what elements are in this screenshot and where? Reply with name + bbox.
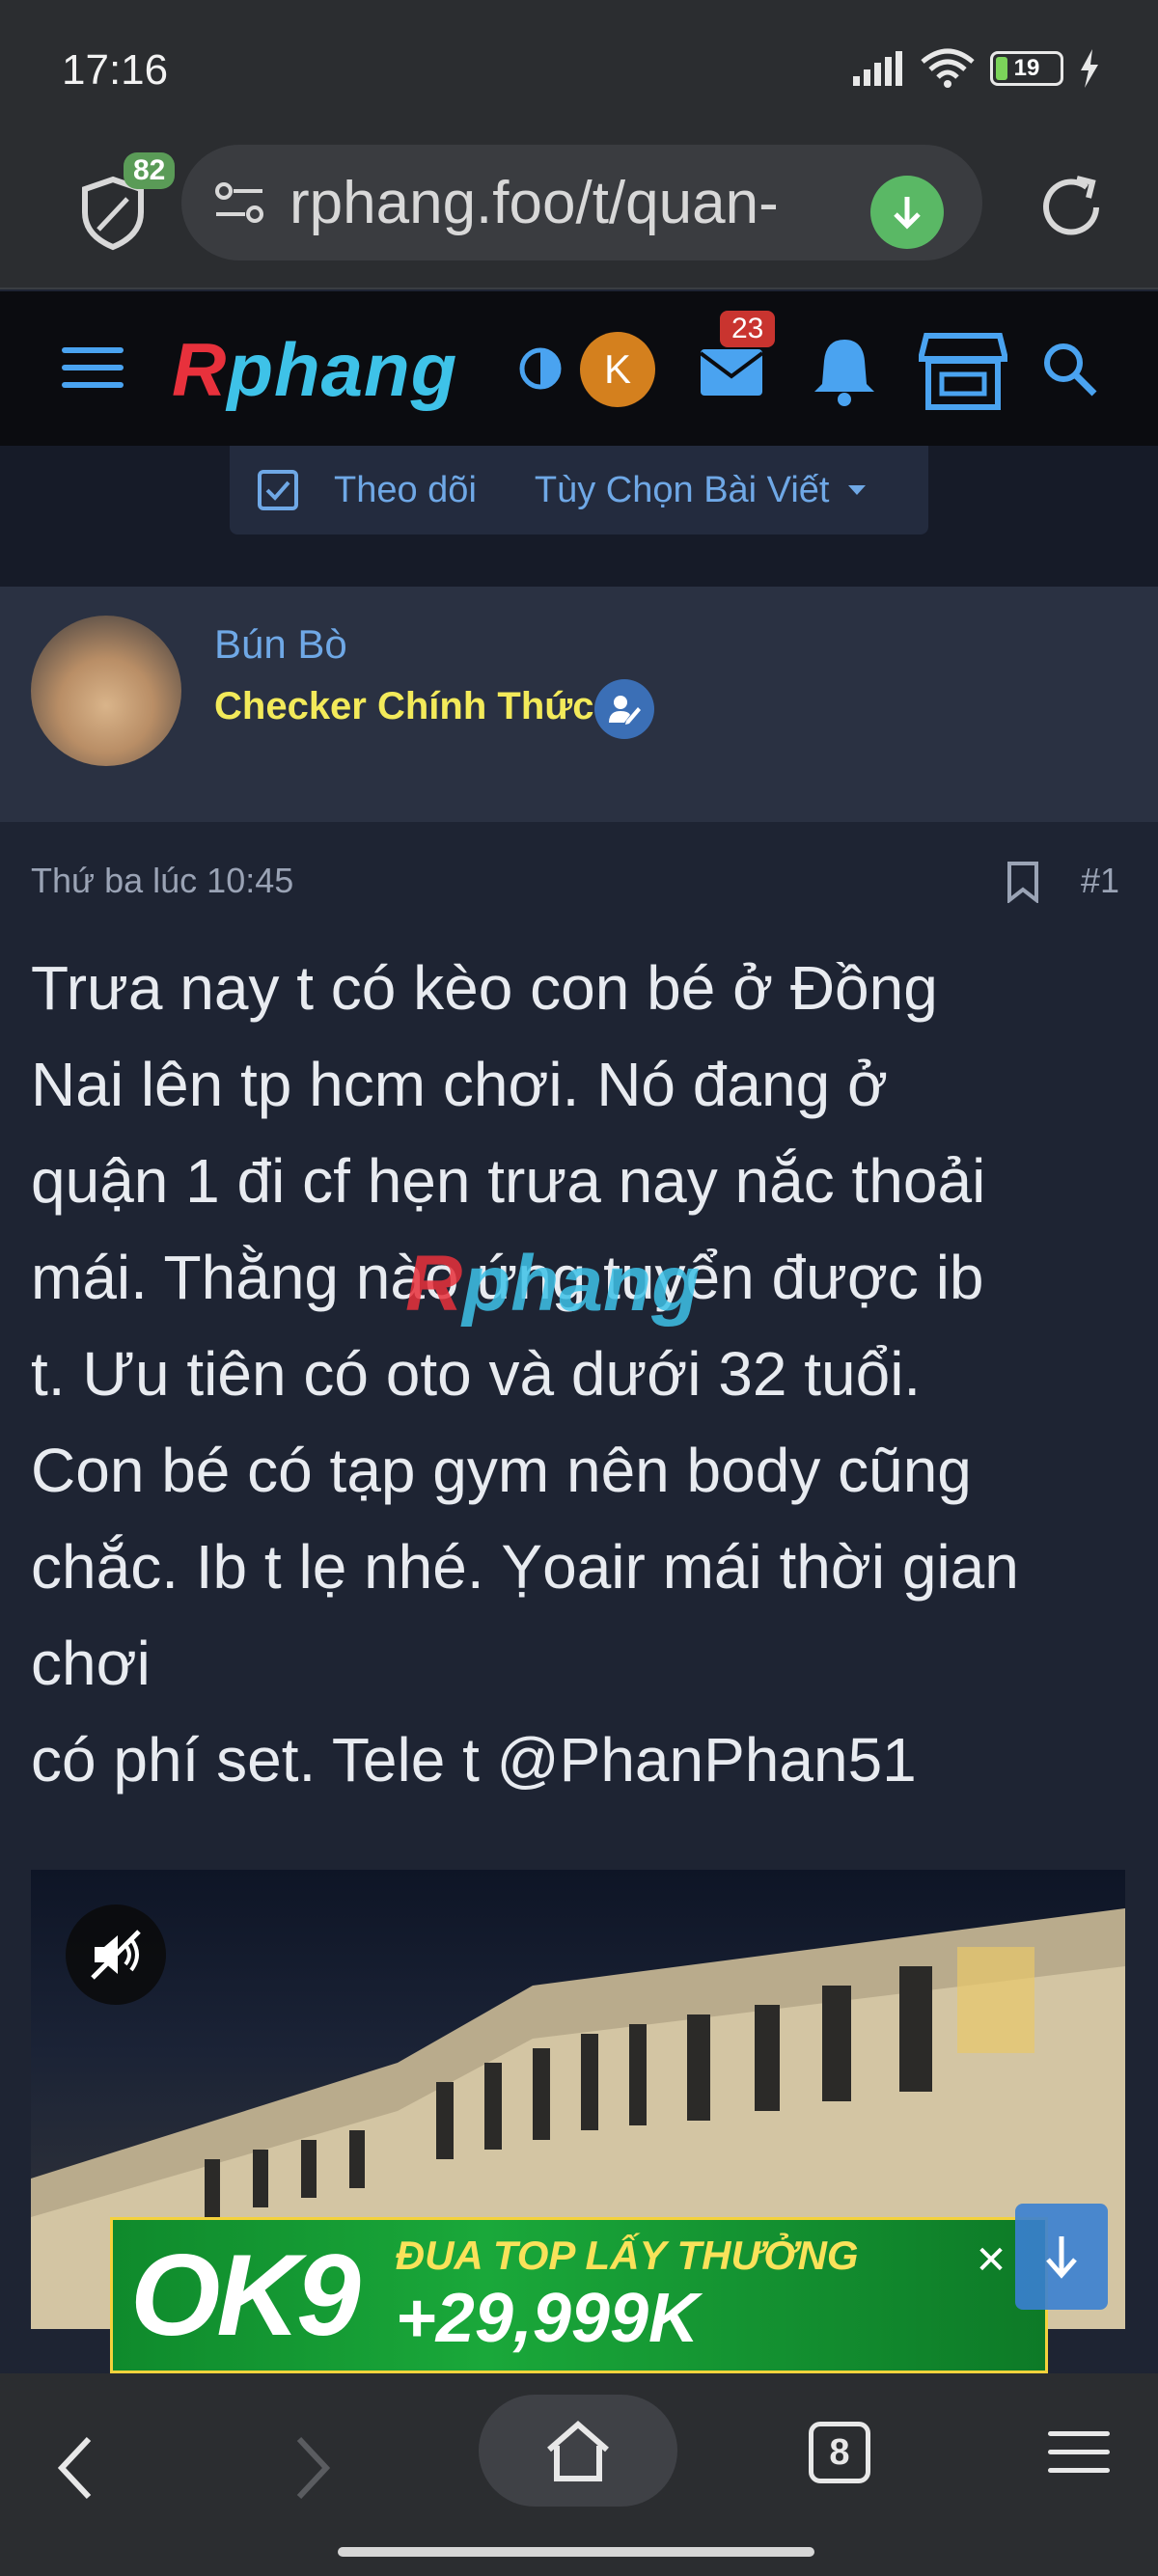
home-button[interactable] (479, 2395, 677, 2507)
url-field[interactable]: rphang.foo/t/quan- (181, 145, 982, 260)
post-options-button[interactable]: Tùy Chọn Bài Viết (535, 470, 830, 511)
chevron-down-icon (848, 485, 867, 495)
search-icon[interactable] (1040, 340, 1098, 397)
author-avatar[interactable] (31, 616, 181, 766)
signal-icon (853, 51, 902, 86)
status-bar: 17:16 19 (0, 0, 1158, 135)
ad-amount: +29,999K (395, 2280, 700, 2357)
ad-close-icon[interactable]: ✕ (969, 2238, 1013, 2283)
site-logo[interactable]: Rphang (172, 326, 457, 414)
store-icon[interactable] (919, 332, 1007, 411)
ad-headline: ĐUA TOP LẤY THƯỞNG (395, 2233, 859, 2278)
post-line: chắc. Ib t lẹ nhé. Ỵoair mái thời gian (31, 1532, 1019, 1602)
post-timestamp[interactable]: Thứ ba lúc 10:45 (31, 861, 293, 901)
url-text[interactable]: rphang.foo/t/quan- (290, 169, 830, 237)
mail-count-badge: 23 (720, 311, 776, 347)
post-line: t. Ưu tiên có oto và dưới 32 tuổi. (31, 1339, 922, 1409)
tabs-button[interactable]: 8 (809, 2422, 870, 2483)
post-body: Trưa nay t có kèo con bé ở Đồng Nai lên … (31, 940, 1131, 1808)
checkbox-icon[interactable] (257, 469, 299, 511)
browser-nav-bar: 8 (0, 2373, 1158, 2576)
author-name[interactable]: Bún Bò (214, 621, 347, 668)
post-line: Trưa nay t có kèo con bé ở Đồng (31, 953, 938, 1023)
scroll-down-button[interactable] (1015, 2204, 1108, 2310)
mail-icon[interactable] (699, 347, 764, 397)
shield-count-badge: 82 (124, 152, 176, 189)
charging-icon (1081, 49, 1098, 88)
ad-text: ĐUA TOP LẤY THƯỞNG +29,999K (396, 2233, 859, 2358)
post-line: có phí set. Tele t @PhanPhan51 (31, 1725, 917, 1795)
status-time: 17:16 (62, 46, 169, 94)
site-settings-icon[interactable] (210, 174, 268, 232)
muted-speaker-icon (91, 1930, 141, 1980)
home-icon (547, 2421, 609, 2481)
download-icon[interactable] (870, 176, 944, 249)
status-icons: 19 (851, 48, 1100, 89)
battery-level: 19 (1013, 55, 1040, 81)
post-line: Nai lên tp hcm chơi. Nó đang ở (31, 1050, 888, 1119)
reload-icon[interactable] (1033, 169, 1110, 246)
thread-actions-area: Theo dõi Tùy Chọn Bài Viết (0, 446, 1158, 587)
site-menu-icon[interactable] (62, 347, 124, 394)
post-line: Con bé có tạp gym nên body cũng (31, 1436, 972, 1505)
back-icon[interactable] (48, 2429, 106, 2507)
browser-menu-icon[interactable] (1048, 2431, 1110, 2478)
ad-banner[interactable]: OK9 ĐUA TOP LẤY THƯỞNG +29,999K (110, 2217, 1048, 2373)
post-line: chơi (31, 1629, 151, 1698)
bookmark-icon[interactable] (1006, 861, 1040, 903)
author-title: Checker Chính Thức (214, 685, 594, 727)
wifi-icon (921, 48, 975, 88)
bell-icon[interactable] (813, 334, 876, 407)
battery-icon: 19 (990, 51, 1063, 86)
ad-logo: OK9 (130, 2231, 361, 2360)
theme-toggle-icon[interactable] (517, 345, 564, 392)
gesture-handle[interactable] (338, 2547, 814, 2557)
site-watermark: Rphang (405, 1240, 701, 1328)
mute-button[interactable] (66, 1905, 166, 2005)
verified-checker-icon (594, 679, 654, 739)
arrow-down-icon (1046, 2236, 1077, 2279)
post-line: quận 1 đi cf hẹn trưa nay nắc thoải (31, 1146, 986, 1216)
user-avatar[interactable]: K (580, 332, 655, 407)
post-number[interactable]: #1 (1081, 861, 1119, 901)
post-author-bar: Bún Bò Checker Chính Thức (0, 587, 1158, 822)
site-header: Rphang K 23 (0, 291, 1158, 446)
follow-button[interactable]: Theo dõi (334, 470, 477, 511)
thread-actions-bar: Theo dõi Tùy Chọn Bài Viết (230, 446, 928, 534)
forward-icon[interactable] (282, 2429, 340, 2507)
address-bar: 82 rphang.foo/t/quan- (0, 135, 1158, 289)
